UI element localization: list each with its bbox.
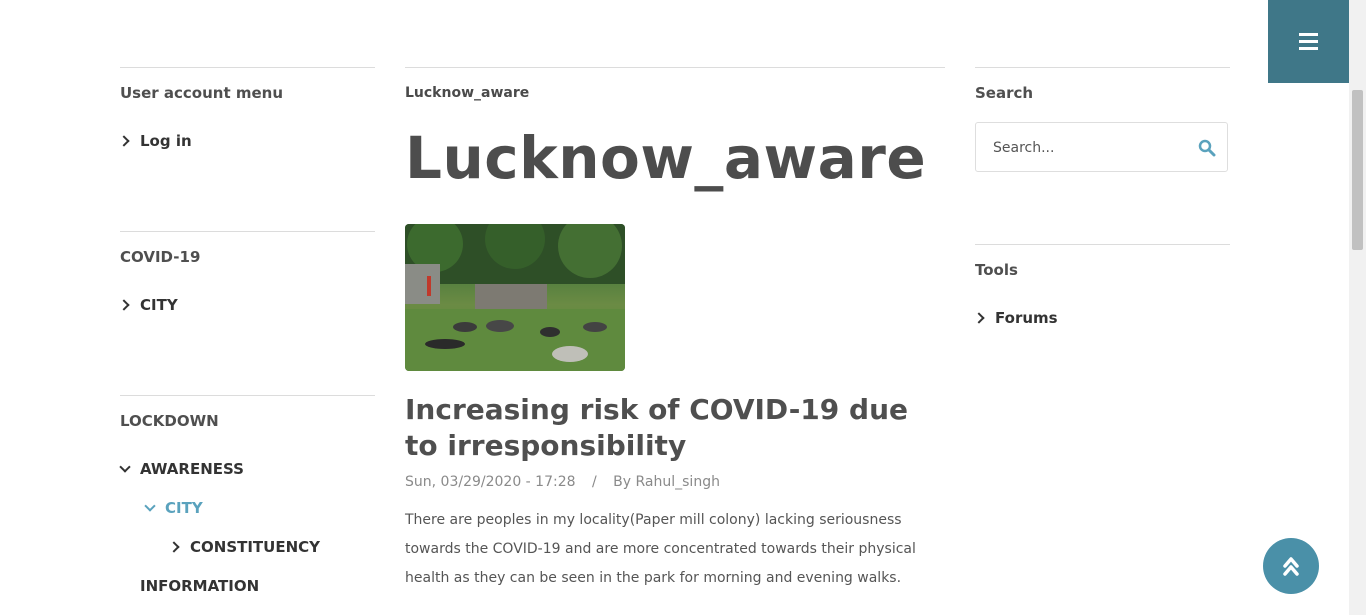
menu-item-label: CONSTITUENCY (190, 538, 321, 556)
covid-block-divider (120, 231, 375, 233)
lockdown-block-title: LOCKDOWN (120, 412, 219, 430)
menu-item-city[interactable]: CITY (118, 296, 375, 314)
search-block-divider (975, 67, 1230, 69)
menu-item-label: AWARENESS (140, 460, 244, 478)
tools-block-title: Tools (975, 261, 1018, 279)
hamburger-icon-bar (1299, 47, 1318, 50)
article-body: There are peoples in my locality(Paper m… (405, 512, 916, 586)
covid-block-title: COVID-19 (120, 248, 201, 266)
menu-item-label: INFORMATION (140, 577, 260, 595)
chevron-right-icon (118, 135, 130, 147)
menu-item-awareness[interactable]: AWARENESS (119, 460, 375, 478)
menu-item-forums[interactable]: Forums (973, 309, 1230, 327)
search-box (975, 122, 1228, 173)
chevron-right-icon (168, 541, 180, 553)
user-account-menu-block (120, 67, 375, 69)
scrollbar-thumb[interactable] (1352, 90, 1363, 250)
right-sidebar: Search Tools Forums (973, 0, 1230, 615)
main-divider (405, 67, 945, 69)
scroll-to-top-button[interactable] (1263, 538, 1319, 594)
lockdown-menu: AWARENESS CITY CONSTITUENCY INFORMATION (119, 460, 375, 595)
covid-menu: CITY (118, 296, 375, 314)
menu-item-constituency[interactable]: CONSTITUENCY (168, 538, 321, 556)
menu-item-label: CITY (140, 296, 178, 314)
article-thumbnail[interactable] (405, 224, 625, 371)
menu-item-label: Log in (140, 132, 192, 150)
menu-item-label: CITY (165, 499, 203, 517)
chevron-right-icon (118, 299, 130, 311)
chevron-right-icon (973, 312, 985, 324)
park-photo (405, 224, 625, 371)
search-icon[interactable] (1198, 139, 1216, 157)
main-content: Lucknow_aware Lucknow_aware Increasing r… (405, 0, 945, 615)
article-date: Sun, 03/29/2020 - 17:28 (405, 474, 576, 490)
user-account-menu: Log in (118, 132, 375, 150)
tools-menu: Forums (973, 309, 1230, 327)
hamburger-icon-bar (1299, 33, 1318, 36)
article-author[interactable]: By Rahul_singh (613, 474, 720, 490)
lockdown-block-divider (120, 395, 375, 397)
menu-item-information[interactable]: INFORMATION (120, 577, 259, 595)
chevron-down-icon (144, 500, 156, 512)
article-meta: Sun, 03/29/2020 - 17:28 / By Rahul_singh (405, 474, 720, 490)
menu-item-label: Forums (995, 309, 1058, 327)
page-title: Lucknow_aware (405, 124, 927, 192)
tools-block-divider (975, 244, 1230, 246)
double-chevron-up-icon (1283, 557, 1299, 576)
menu-toggle-button[interactable] (1268, 0, 1349, 83)
scrollbar[interactable] (1349, 0, 1366, 615)
search-input[interactable] (991, 123, 1195, 173)
breadcrumb[interactable]: Lucknow_aware (405, 85, 529, 101)
meta-separator: / (591, 474, 597, 490)
article-title[interactable]: Increasing risk of COVID-19 due to irres… (405, 392, 945, 464)
menu-item-city-active[interactable]: CITY (144, 499, 203, 517)
chevron-down-icon (119, 461, 131, 473)
user-account-menu-title: User account menu (120, 84, 284, 102)
search-block-title: Search (975, 84, 1034, 102)
menu-item-login[interactable]: Log in (118, 132, 375, 150)
hamburger-icon-bar (1299, 40, 1318, 43)
